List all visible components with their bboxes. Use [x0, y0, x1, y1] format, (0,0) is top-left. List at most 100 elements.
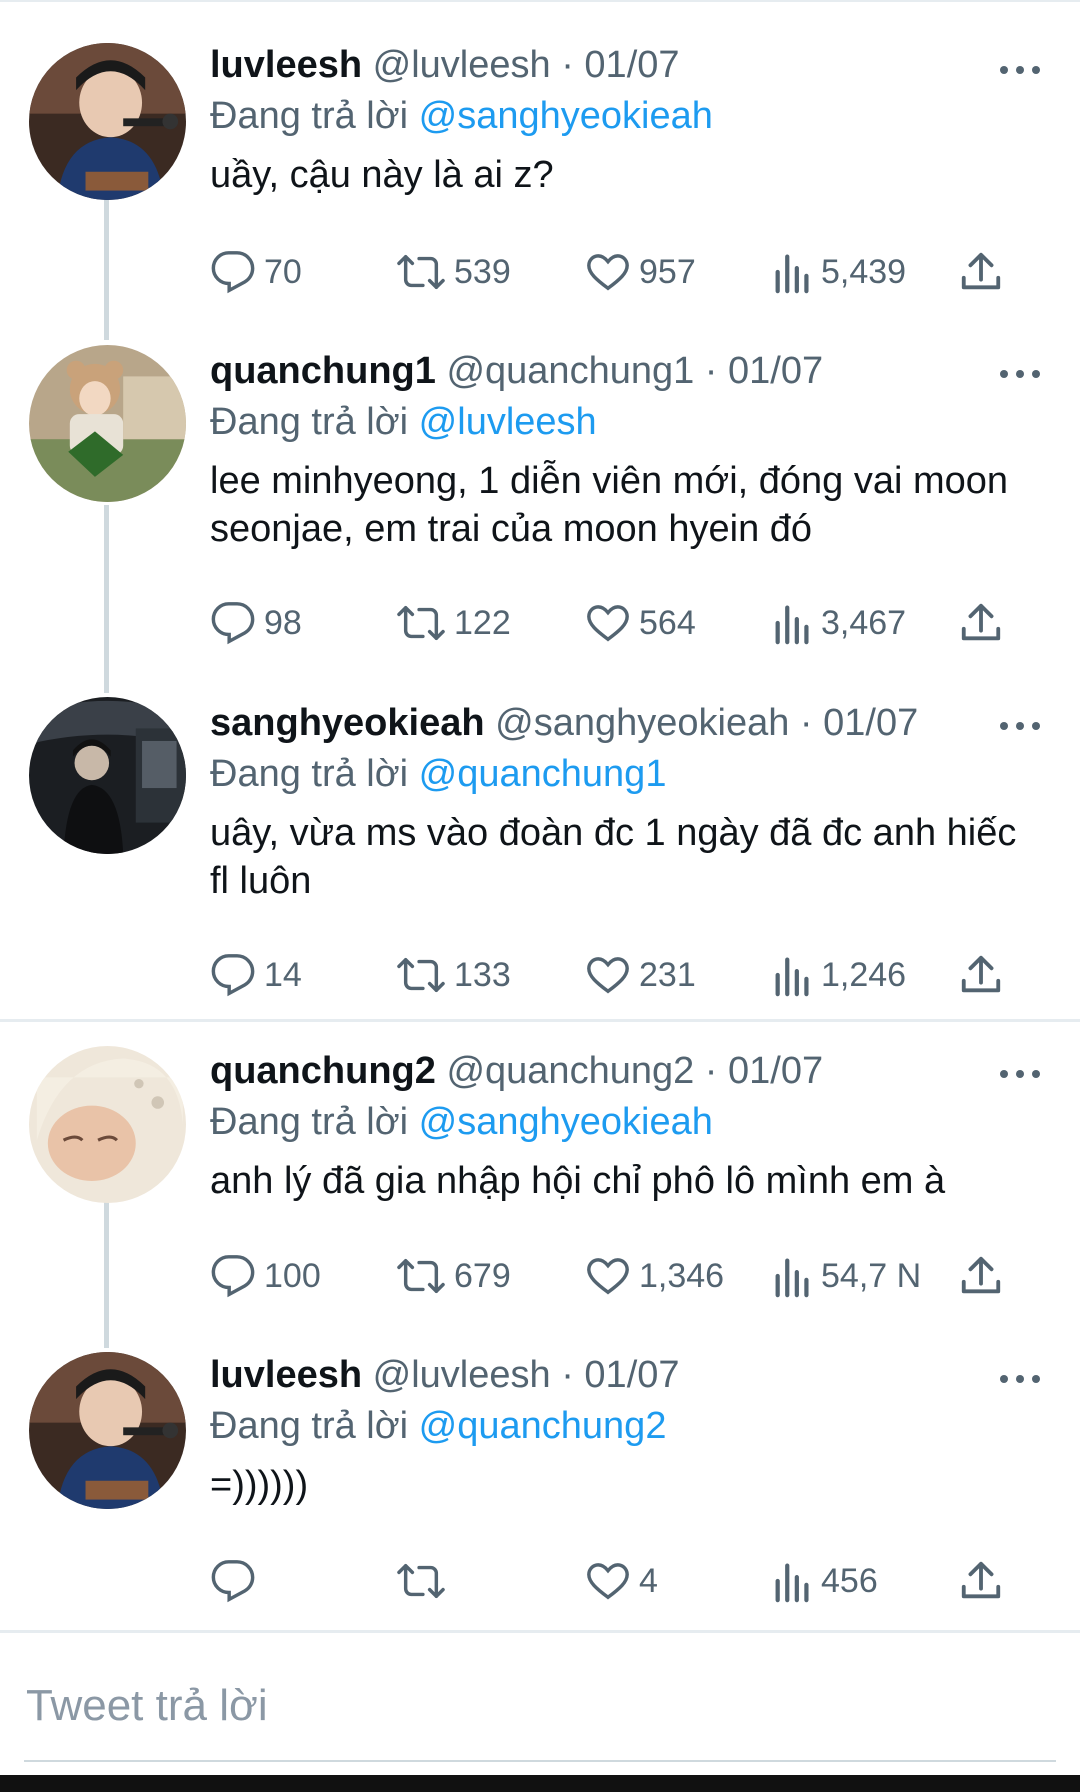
mention-link[interactable]: @sanghyeokieah — [419, 1101, 713, 1143]
share-button[interactable] — [958, 1251, 1004, 1301]
avatar[interactable] — [29, 43, 186, 200]
user-handle[interactable]: @quanchung1 — [446, 350, 694, 392]
tweet-actions: 4 456 — [210, 1556, 1040, 1606]
replying-to-label: Đang trả lời — [210, 1101, 409, 1143]
avatar[interactable] — [29, 345, 186, 502]
retweet-button[interactable]: 133 — [396, 950, 511, 1000]
tweet-date[interactable]: 01/07 — [584, 44, 679, 86]
more-icon — [1000, 1070, 1040, 1078]
mention-link[interactable]: @luvleesh — [419, 401, 597, 443]
reply-button[interactable]: 70 — [210, 247, 302, 297]
views-button[interactable]: 5,439 — [773, 247, 906, 297]
retweet-button[interactable]: 122 — [396, 598, 511, 648]
tweet-date[interactable]: 01/07 — [584, 1354, 679, 1396]
retweet-count: 122 — [454, 603, 511, 642]
replying-to-label: Đang trả lời — [210, 1405, 409, 1447]
user-handle[interactable]: @luvleesh — [373, 1354, 551, 1396]
retweet-button[interactable]: 539 — [396, 247, 511, 297]
retweet-button[interactable] — [396, 1556, 454, 1606]
tweet-text: lee minhyeong, 1 diễn viên mới, đóng vai… — [210, 460, 1009, 550]
display-name[interactable]: luvleesh — [210, 44, 362, 86]
replying-to: Đang trả lời @sanghyeokieah — [210, 93, 1040, 139]
heart-icon — [587, 254, 629, 291]
views-button[interactable]: 456 — [773, 1556, 878, 1606]
views-icon — [775, 605, 809, 645]
views-button[interactable]: 54,7 N — [773, 1251, 921, 1301]
retweet-button[interactable]: 679 — [396, 1251, 511, 1301]
more-icon — [1000, 370, 1040, 378]
more-button[interactable] — [998, 1357, 1042, 1401]
views-icon — [775, 1563, 809, 1603]
avatar[interactable] — [29, 697, 186, 854]
more-button[interactable] — [998, 352, 1042, 396]
reply-composer — [0, 1630, 1080, 1792]
share-icon — [961, 955, 1001, 993]
more-button[interactable] — [998, 1052, 1042, 1096]
avatar[interactable] — [29, 1352, 186, 1509]
like-button[interactable]: 957 — [585, 247, 696, 297]
tweet-date[interactable]: 01/07 — [823, 702, 918, 744]
share-button[interactable] — [958, 598, 1004, 648]
tweet[interactable]: luvleesh @luvleesh · 01/07 Đang trả lời … — [0, 1325, 1080, 1625]
user-handle[interactable]: @luvleesh — [373, 44, 551, 86]
mention-link[interactable]: @sanghyeokieah — [419, 95, 713, 137]
tweet-text: uầy, cậu này là ai z? — [210, 154, 554, 196]
reply-button[interactable]: 98 — [210, 598, 302, 648]
more-icon — [1000, 66, 1040, 74]
user-handle[interactable]: @quanchung2 — [446, 1050, 694, 1092]
share-button[interactable] — [958, 247, 1004, 297]
mention-link[interactable]: @quanchung2 — [419, 1405, 667, 1447]
replying-to-label: Đang trả lời — [210, 753, 409, 795]
like-button[interactable]: 231 — [585, 950, 696, 1000]
reply-input[interactable] — [24, 1670, 1060, 1742]
like-button[interactable]: 4 — [585, 1556, 658, 1606]
views-icon — [775, 1258, 809, 1298]
avatar[interactable] — [29, 1046, 186, 1203]
views-count: 1,246 — [821, 955, 907, 994]
separator-dot: · — [561, 1354, 574, 1396]
more-icon — [1000, 722, 1040, 730]
reply-button[interactable] — [210, 1556, 264, 1606]
reply-count: 70 — [264, 252, 302, 291]
retweet-icon — [397, 1563, 445, 1599]
share-button[interactable] — [958, 950, 1004, 1000]
more-icon — [1000, 1375, 1040, 1383]
reply-button[interactable]: 14 — [210, 950, 302, 1000]
mention-link[interactable]: @quanchung1 — [419, 753, 667, 795]
display-name[interactable]: quanchung1 — [210, 350, 436, 392]
tweet-actions: 98 122 564 3,467 — [210, 598, 1040, 648]
user-handle[interactable]: @sanghyeokieah — [495, 702, 789, 744]
like-button[interactable]: 564 — [585, 598, 696, 648]
like-button[interactable]: 1,346 — [585, 1251, 724, 1301]
tweet-header: luvleesh @luvleesh · 01/07 — [210, 42, 1040, 88]
views-count: 5,439 — [821, 252, 907, 291]
retweet-count: 539 — [454, 252, 511, 291]
tweet-header: quanchung1 @quanchung1 · 01/07 — [210, 348, 1040, 394]
separator-dot: · — [704, 350, 718, 392]
tweet-actions: 70 539 957 5,439 — [210, 247, 1040, 297]
reply-count: 98 — [264, 603, 302, 642]
more-button[interactable] — [998, 704, 1042, 748]
retweet-icon — [397, 605, 445, 641]
reply-count: 100 — [264, 1256, 321, 1295]
tweet[interactable]: quanchung2 @quanchung2 · 01/07 Đang trả … — [0, 1022, 1080, 1340]
reply-count: 14 — [264, 955, 302, 994]
display-name[interactable]: luvleesh — [210, 1354, 362, 1396]
separator-dot: · — [704, 1050, 718, 1092]
views-icon — [775, 254, 809, 294]
tweet-text: anh lý đã gia nhập hội chỉ phô lô mình e… — [210, 1160, 946, 1202]
more-button[interactable] — [998, 48, 1042, 92]
views-button[interactable]: 1,246 — [773, 950, 906, 1000]
reply-icon — [211, 251, 255, 294]
tweet-date[interactable]: 01/07 — [728, 1050, 823, 1092]
display-name[interactable]: sanghyeokieah — [210, 702, 485, 744]
reply-button[interactable]: 100 — [210, 1251, 321, 1301]
tweet[interactable]: quanchung1 @quanchung1 · 01/07 Đang trả … — [0, 330, 1080, 682]
tweet[interactable]: sanghyeokieah @sanghyeokieah · 01/07 Đan… — [0, 682, 1080, 1020]
tweet-date[interactable]: 01/07 — [728, 350, 823, 392]
share-button[interactable] — [958, 1556, 1004, 1606]
views-button[interactable]: 3,467 — [773, 598, 906, 648]
display-name[interactable]: quanchung2 — [210, 1050, 436, 1092]
reply-icon — [211, 1560, 255, 1603]
tweet[interactable]: luvleesh @luvleesh · 01/07 Đang trả lời … — [0, 0, 1080, 330]
